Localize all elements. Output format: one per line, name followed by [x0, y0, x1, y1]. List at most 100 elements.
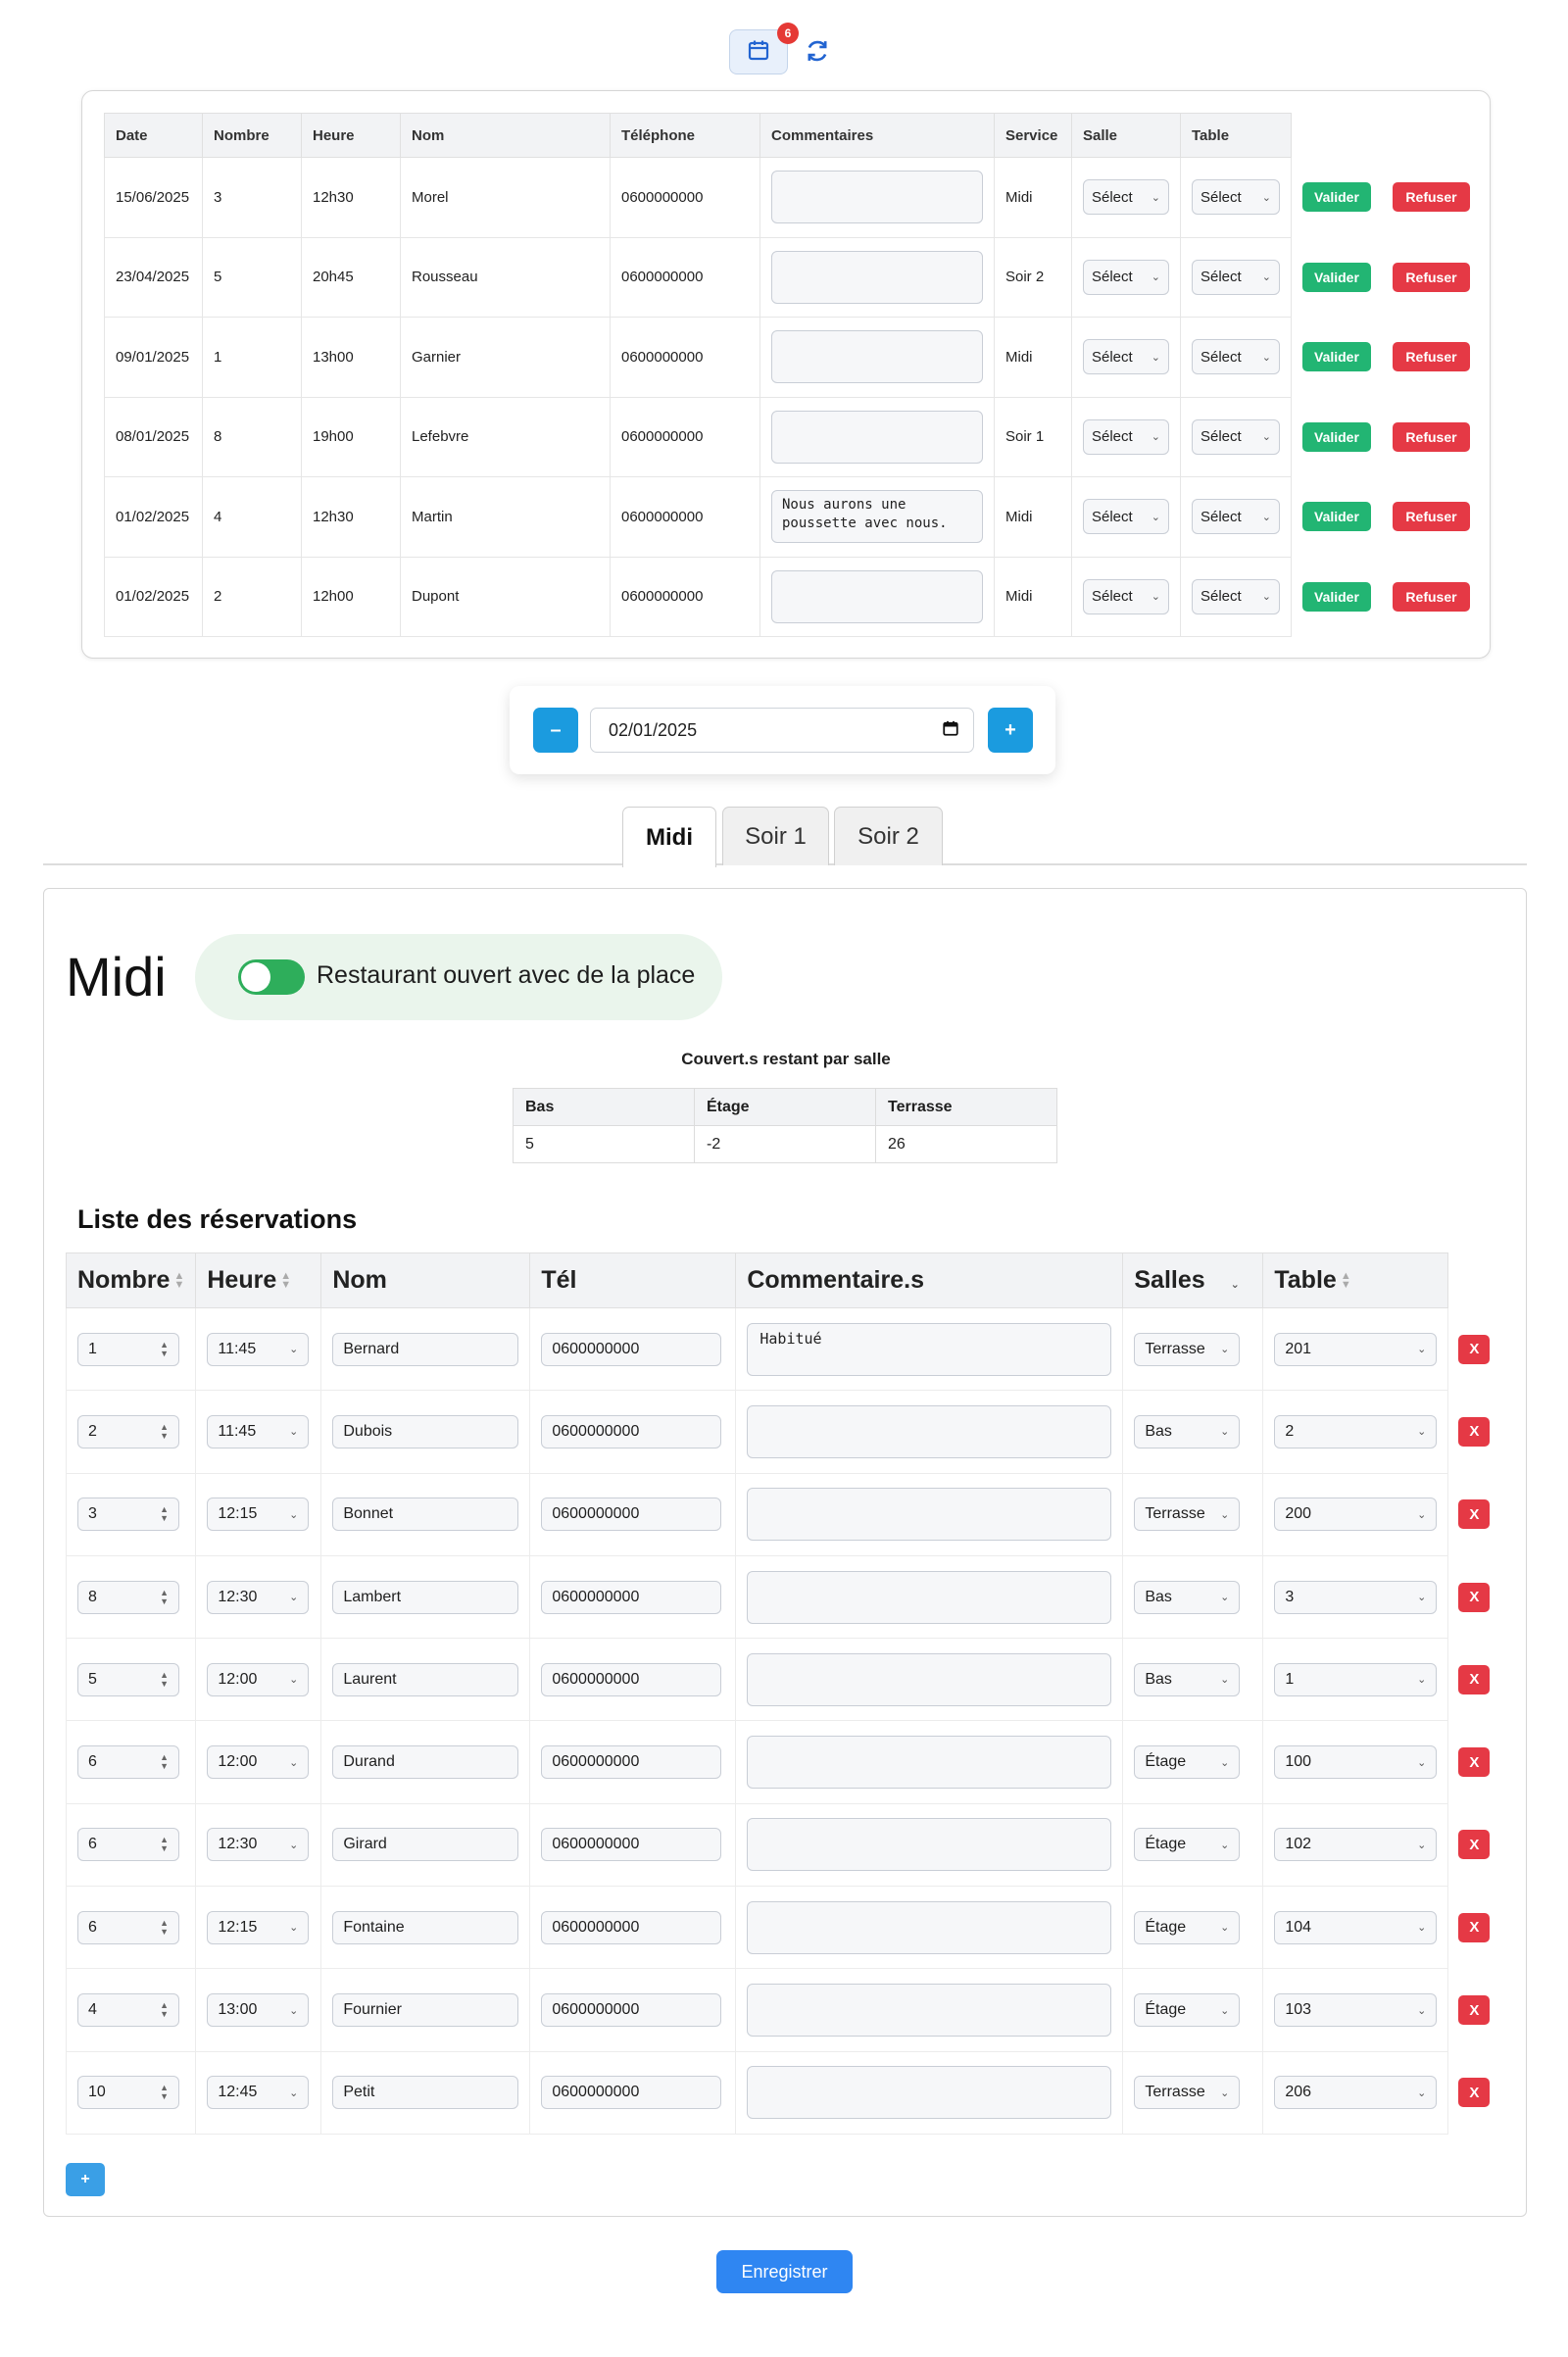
comment-input[interactable]	[747, 1488, 1112, 1542]
col-table[interactable]: Table ▲ ▼	[1262, 1252, 1449, 1308]
salle-select[interactable]: Terrasse ⌄	[1134, 1498, 1241, 1532]
nom-input[interactable]: Durand	[332, 1745, 519, 1780]
calendar-button[interactable]: 6	[729, 23, 799, 74]
pending-salle-select[interactable]: Sélect ⌄	[1083, 578, 1169, 614]
heure-select[interactable]: 12:45 ⌄	[207, 2076, 310, 2110]
pending-comment-input[interactable]: Nous aurons une poussette avec nous.	[771, 490, 983, 544]
comment-input[interactable]	[747, 1818, 1112, 1872]
pending-comment-input[interactable]	[771, 330, 983, 384]
nombre-input[interactable]: 6 ▲ ▼	[77, 1910, 179, 1944]
stepper-icon[interactable]: ▲ ▼	[160, 1670, 169, 1689]
stepper-icon[interactable]: ▲ ▼	[160, 1505, 169, 1523]
tel-input[interactable]: 0600000000	[541, 1662, 722, 1696]
heure-select[interactable]: 12:00 ⌄	[207, 1745, 310, 1780]
stepper-icon[interactable]: ▲ ▼	[160, 1422, 169, 1441]
heure-select[interactable]: 11:45 ⌄	[207, 1332, 310, 1366]
tel-input[interactable]: 0600000000	[541, 1828, 722, 1862]
tab-soir-1[interactable]: Soir 1	[722, 807, 829, 865]
stepper-icon[interactable]: ▲ ▼	[160, 1588, 169, 1606]
delete-reservation-button[interactable]: X	[1458, 1995, 1491, 2026]
heure-select[interactable]: 12:30 ⌄	[207, 1828, 310, 1862]
tel-input[interactable]: 0600000000	[541, 1910, 722, 1944]
table-select[interactable]: 200 ⌄	[1274, 1498, 1438, 1532]
heure-select[interactable]: 12:15 ⌄	[207, 1498, 310, 1532]
validate-button[interactable]: Valider	[1302, 502, 1371, 532]
stepper-icon[interactable]: ▲ ▼	[160, 2001, 169, 2019]
next-day-button[interactable]: +	[988, 708, 1033, 753]
table-select[interactable]: 1 ⌄	[1274, 1662, 1438, 1696]
pending-comment-input[interactable]	[771, 250, 983, 304]
delete-reservation-button[interactable]: X	[1458, 1582, 1491, 1612]
refuse-button[interactable]: Refuser	[1393, 262, 1470, 292]
comment-input[interactable]	[747, 1900, 1112, 1954]
pending-comment-input[interactable]	[771, 410, 983, 464]
pending-salle-select[interactable]: Sélect ⌄	[1083, 339, 1169, 375]
salle-select[interactable]: Étage ⌄	[1134, 1828, 1241, 1862]
save-button[interactable]: Enregistrer	[716, 2250, 853, 2293]
table-select[interactable]: 201 ⌄	[1274, 1332, 1438, 1366]
validate-button[interactable]: Valider	[1302, 342, 1371, 372]
validate-button[interactable]: Valider	[1302, 182, 1371, 213]
table-select[interactable]: 206 ⌄	[1274, 2076, 1438, 2110]
nombre-input[interactable]: 6 ▲ ▼	[77, 1745, 179, 1780]
refuse-button[interactable]: Refuser	[1393, 342, 1470, 372]
pending-table-select[interactable]: Sélect ⌄	[1192, 259, 1280, 295]
tel-input[interactable]: 0600000000	[541, 1580, 722, 1614]
pending-table-select[interactable]: Sélect ⌄	[1192, 418, 1280, 455]
table-select[interactable]: 102 ⌄	[1274, 1828, 1438, 1862]
delete-reservation-button[interactable]: X	[1458, 1334, 1491, 1364]
stepper-icon[interactable]: ▲ ▼	[160, 1836, 169, 1853]
refuse-button[interactable]: Refuser	[1393, 182, 1470, 213]
refuse-button[interactable]: Refuser	[1393, 421, 1470, 452]
comment-input[interactable]	[747, 1404, 1112, 1458]
date-input[interactable]: 02/01/2025	[590, 708, 974, 753]
add-reservation-button[interactable]: +	[66, 2163, 105, 2196]
salle-select[interactable]: Terrasse ⌄	[1134, 2076, 1241, 2110]
pending-comment-input[interactable]	[771, 171, 983, 224]
comment-input[interactable]	[747, 1652, 1112, 1706]
pending-salle-select[interactable]: Sélect ⌄	[1083, 179, 1169, 216]
stepper-icon[interactable]: ▲ ▼	[160, 1753, 169, 1771]
col-nombre[interactable]: Nombre ▲ ▼	[65, 1252, 197, 1308]
tel-input[interactable]: 0600000000	[541, 1745, 722, 1780]
nom-input[interactable]: Lambert	[332, 1580, 519, 1614]
salle-select[interactable]: Bas ⌄	[1134, 1414, 1241, 1449]
heure-select[interactable]: 11:45 ⌄	[207, 1414, 310, 1449]
refuse-button[interactable]: Refuser	[1393, 502, 1470, 532]
delete-reservation-button[interactable]: X	[1458, 1747, 1491, 1778]
pending-table-select[interactable]: Sélect ⌄	[1192, 578, 1280, 614]
nom-input[interactable]: Bonnet	[332, 1498, 519, 1532]
pending-table-select[interactable]: Sélect ⌄	[1192, 339, 1280, 375]
pending-salle-select[interactable]: Sélect ⌄	[1083, 499, 1169, 535]
table-select[interactable]: 2 ⌄	[1274, 1414, 1438, 1449]
heure-select[interactable]: 12:30 ⌄	[207, 1580, 310, 1614]
heure-select[interactable]: 12:00 ⌄	[207, 1662, 310, 1696]
heure-select[interactable]: 13:00 ⌄	[207, 1993, 310, 2028]
nom-input[interactable]: Laurent	[332, 1662, 519, 1696]
tel-input[interactable]: 0600000000	[541, 1332, 722, 1366]
tel-input[interactable]: 0600000000	[541, 1414, 722, 1449]
table-select[interactable]: 103 ⌄	[1274, 1993, 1438, 2028]
comment-input[interactable]	[747, 1984, 1112, 2038]
previous-day-button[interactable]: –	[533, 708, 578, 753]
table-select[interactable]: 104 ⌄	[1274, 1910, 1438, 1944]
refuse-button[interactable]: Refuser	[1393, 581, 1470, 612]
table-select[interactable]: 100 ⌄	[1274, 1745, 1438, 1780]
tel-input[interactable]: 0600000000	[541, 1498, 722, 1532]
tel-input[interactable]: 0600000000	[541, 2076, 722, 2110]
nombre-input[interactable]: 2 ▲ ▼	[77, 1414, 179, 1449]
pending-table-select[interactable]: Sélect ⌄	[1192, 499, 1280, 535]
nombre-input[interactable]: 6 ▲ ▼	[77, 1828, 179, 1862]
heure-select[interactable]: 12:15 ⌄	[207, 1910, 310, 1944]
pending-comment-input[interactable]	[771, 569, 983, 623]
nombre-input[interactable]: 10 ▲ ▼	[77, 2076, 179, 2110]
nombre-input[interactable]: 1 ▲ ▼	[77, 1332, 179, 1366]
validate-button[interactable]: Valider	[1302, 581, 1371, 612]
pending-salle-select[interactable]: Sélect ⌄	[1083, 418, 1169, 455]
tab-midi[interactable]: Midi	[622, 807, 716, 867]
comment-input[interactable]: Habitué	[747, 1322, 1112, 1376]
stepper-icon[interactable]: ▲ ▼	[160, 1340, 169, 1358]
salle-select[interactable]: Étage ⌄	[1134, 1910, 1241, 1944]
nom-input[interactable]: Dubois	[332, 1414, 519, 1449]
col-salles[interactable]: Salles ⌄	[1122, 1252, 1264, 1308]
